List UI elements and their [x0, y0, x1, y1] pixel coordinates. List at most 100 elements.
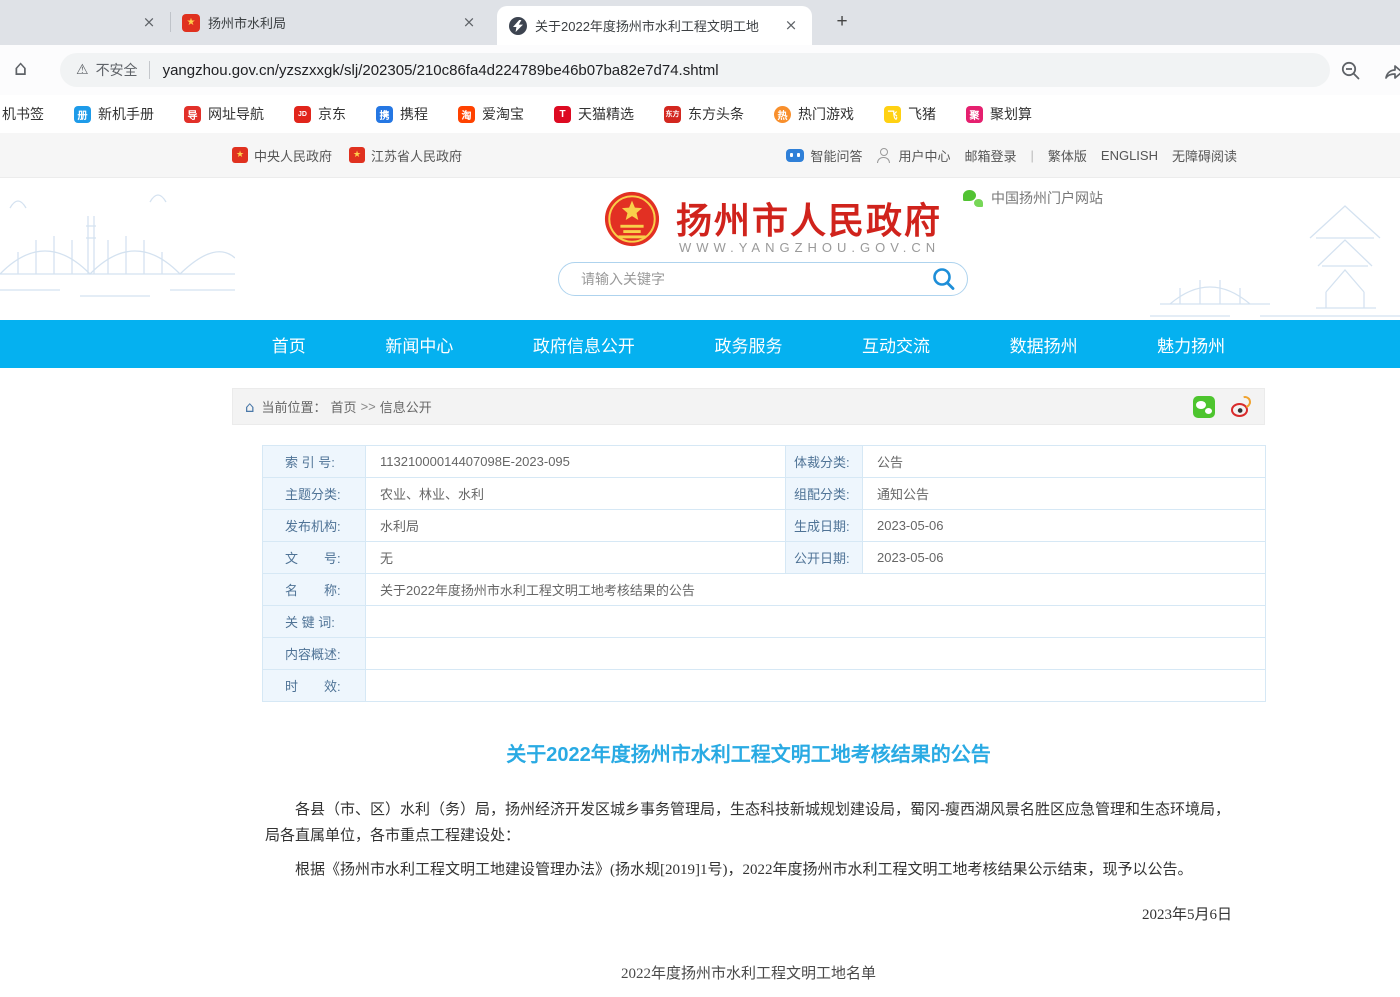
close-icon[interactable]: ×: [460, 14, 478, 32]
bookmark-item[interactable]: JD京东: [294, 104, 346, 124]
bookmark-item[interactable]: 飞飞猪: [884, 104, 936, 124]
article-paragraph: 各县（市、区）水利（务）局，扬州经济开发区城乡事务管理局，生态科技新城规划建设局…: [265, 797, 1232, 849]
close-icon[interactable]: ×: [140, 14, 158, 32]
bookmark-label: 新机手册: [98, 104, 154, 124]
meta-label: 生成日期:: [786, 510, 863, 542]
utility-link-label: 中央人民政府: [254, 146, 332, 165]
breadcrumb-current-link[interactable]: 信息公开: [380, 397, 432, 416]
bookmark-label: 聚划算: [990, 104, 1032, 124]
breadcrumb-home-link[interactable]: 首页: [331, 397, 357, 416]
portal-label: 中国扬州门户网站: [991, 188, 1103, 208]
bookmark-label: 飞猪: [908, 104, 936, 124]
meta-table-body: 索 引 号:11321000014407098E-2023-095体裁分类:公告…: [263, 446, 1266, 702]
bookmark-item[interactable]: 携携程: [376, 104, 428, 124]
nav-item[interactable]: 魅力扬州: [1157, 332, 1225, 357]
meta-row: 主题分类:农业、林业、水利组配分类:通知公告: [263, 478, 1266, 510]
wechat-icon: [963, 190, 983, 207]
bookmark-item[interactable]: 东方东方头条: [664, 104, 744, 124]
bookmark-item[interactable]: 册新机手册: [74, 104, 154, 124]
meta-value: [366, 670, 1266, 702]
nav-item[interactable]: 互动交流: [862, 332, 930, 357]
share-icon[interactable]: [1383, 60, 1400, 82]
utility-link-label: 江苏省人民政府: [371, 146, 462, 165]
tab-water-bureau[interactable]: ★ 扬州市水利局 ×: [170, 0, 490, 45]
meta-row: 文 号:无公开日期:2023-05-06: [263, 542, 1266, 574]
nav-item[interactable]: 政务服务: [714, 332, 782, 357]
gov-emblem-icon: ★: [232, 147, 248, 163]
nav-item[interactable]: 新闻中心: [385, 332, 453, 357]
meta-label: 名 称:: [263, 574, 366, 606]
utility-link-traditional-chinese[interactable]: 繁体版: [1048, 146, 1087, 165]
search-icon[interactable]: [931, 266, 957, 292]
wechat-share-icon[interactable]: [1193, 396, 1215, 418]
zoom-out-icon[interactable]: [1340, 60, 1362, 82]
article: 关于2022年度扬州市水利工程文明工地考核结果的公告 各县（市、区）水利（务）局…: [232, 738, 1265, 983]
meta-value: 无: [366, 542, 786, 574]
utility-link-central-gov[interactable]: ★ 中央人民政府: [232, 146, 332, 165]
new-tab-button[interactable]: +: [830, 11, 854, 35]
bookmark-item[interactable]: 热热门游戏: [774, 104, 854, 124]
meta-row: 时 效:: [263, 670, 1266, 702]
utility-link-label: 邮箱登录: [964, 146, 1016, 165]
utility-link-label: 繁体版: [1048, 146, 1087, 165]
meta-row: 名 称:关于2022年度扬州市水利工程文明工地考核结果的公告: [263, 574, 1266, 606]
search-bar: [558, 262, 968, 296]
main-nav: 首页 新闻中心 政府信息公开 政务服务 互动交流 数据扬州 魅力扬州: [232, 320, 1265, 368]
bookmark-label: 携程: [400, 104, 428, 124]
meta-value: 水利局: [366, 510, 786, 542]
meta-label: 关 键 词:: [263, 606, 366, 638]
breadcrumb-prefix: 当前位置：: [262, 397, 327, 416]
portal-link[interactable]: 中国扬州门户网站: [963, 188, 1103, 208]
bookmark-item[interactable]: 机书签: [2, 104, 44, 124]
tab-title: 扬州市水利局: [208, 13, 452, 32]
utility-right: 智能问答用户中心邮箱登录|繁体版ENGLISH无障碍阅读: [786, 146, 1237, 165]
tab-title: 关于2022年度扬州市水利工程文明工地: [535, 16, 774, 35]
url-text[interactable]: yangzhou.gov.cn/yzszxxgk/slj/202305/210c…: [163, 62, 719, 79]
tab-partial[interactable]: ×: [0, 0, 170, 45]
bookmark-favicon: 淘: [458, 106, 475, 123]
meta-value: [366, 606, 1266, 638]
article-date: 2023年5月6日: [265, 903, 1232, 924]
bookmark-favicon: 导: [184, 106, 201, 123]
bookmark-item[interactable]: T 天猫精选: [554, 104, 634, 124]
breadcrumb: ⌂ 当前位置： 首页 >> 信息公开: [232, 388, 1265, 425]
bookmark-favicon: T: [554, 106, 571, 123]
bookmark-favicon: 热: [774, 106, 791, 123]
bookmark-label: 天猫精选: [578, 104, 634, 124]
nav-item[interactable]: 政府信息公开: [533, 332, 635, 357]
bookmark-label: 热门游戏: [798, 104, 854, 124]
national-emblem-icon: [603, 190, 661, 253]
tab-active-announcement[interactable]: 关于2022年度扬州市水利工程文明工地 ×: [497, 6, 812, 45]
search-input[interactable]: [579, 270, 931, 288]
meta-value: 2023-05-06: [863, 510, 1266, 542]
bookmark-item[interactable]: 淘爱淘宝: [458, 104, 524, 124]
meta-row: 索 引 号:11321000014407098E-2023-095体裁分类:公告: [263, 446, 1266, 478]
bookmark-favicon: 册: [74, 106, 91, 123]
nav-item[interactable]: 首页: [272, 332, 306, 357]
close-icon[interactable]: ×: [782, 17, 800, 35]
meta-value: 11321000014407098E-2023-095: [366, 446, 786, 478]
security-label[interactable]: 不安全: [96, 60, 138, 80]
site-url: WWW.YANGZHOU.GOV.CN: [679, 240, 940, 255]
utility-bar: ★中央人民政府★江苏省人民政府 智能问答用户中心邮箱登录|繁体版ENGLISH无…: [0, 133, 1400, 178]
bookmark-favicon: JD: [294, 106, 311, 123]
browser-tab-bar: × ★ 扬州市水利局 × 关于2022年度扬州市水利工程文明工地 × +: [0, 0, 1400, 45]
home-icon[interactable]: ⌂: [14, 56, 27, 80]
bookmark-item[interactable]: 聚聚划算: [966, 104, 1032, 124]
nav-item[interactable]: 数据扬州: [1010, 332, 1078, 357]
utility-link-mail-login[interactable]: 邮箱登录: [964, 146, 1016, 165]
breadcrumb-separator: >>: [361, 399, 376, 414]
utility-link-accessibility[interactable]: 无障碍阅读: [1172, 146, 1237, 165]
robot-icon: [786, 149, 804, 162]
utility-link-ai-qa[interactable]: 智能问答: [786, 146, 862, 165]
utility-link-jiangsu-gov[interactable]: ★ 江苏省人民政府: [349, 146, 462, 165]
utility-link-english[interactable]: ENGLISH: [1101, 148, 1158, 163]
gov-emblem-icon: ★: [349, 147, 365, 163]
utility-link-user-center[interactable]: 用户中心: [876, 146, 950, 165]
bookmarks-bar: 机书签 册新机手册 导网址导航 JD京东 携携程 淘爱淘宝 T 天猫精选 东方东方头条 热热门游戏…: [0, 95, 1400, 133]
bookmark-item[interactable]: 导网址导航: [184, 104, 264, 124]
address-bar[interactable]: ⚠ 不安全 yangzhou.gov.cn/yzszxxgk/slj/20230…: [60, 53, 1330, 87]
meta-label: 索 引 号:: [263, 446, 366, 478]
weibo-share-icon[interactable]: [1230, 396, 1252, 418]
meta-row: 发布机构:水利局生成日期:2023-05-06: [263, 510, 1266, 542]
